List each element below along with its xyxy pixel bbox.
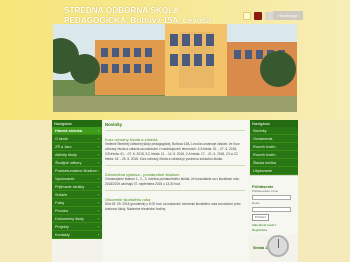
chevron-right-icon: › [97, 128, 99, 133]
password-input[interactable] [252, 207, 291, 212]
chevron-right-icon: › [97, 184, 99, 189]
nav-item-label: Kontakty [55, 232, 70, 237]
right-nav-item[interactable]: Rozvrh hodín [250, 151, 298, 159]
right-navigation-heading: Navigácia [250, 120, 298, 127]
nav-item-label: O škole [55, 136, 68, 141]
chevron-right-icon: › [97, 200, 99, 205]
divider [105, 130, 245, 131]
nav-item-documents[interactable]: Dokumenty školy › [52, 215, 102, 223]
news-item-text: Oznamujeme žiakom 1., 2., 3. ročníka pom… [105, 177, 240, 186]
right-nav-label: Žiacka knižka [253, 160, 277, 165]
news-item-text: Dňa 03. 09. 2018 (pondelok) o 8.00 hod. … [105, 202, 241, 211]
chevron-right-icon: › [97, 168, 99, 173]
login-button[interactable]: Prihlásiť [252, 214, 269, 221]
nav-item-label: Postsekundárne štúdium [55, 168, 97, 173]
username-label: Prihlasovacie meno [252, 189, 279, 193]
right-nav-item[interactable]: Rozvrh hodín [250, 143, 298, 151]
right-nav-item[interactable]: Žiacka knižka [250, 159, 298, 167]
nav-item-activities[interactable]: Aktivity školy › [52, 151, 102, 159]
news-content: Novinky Kurz ochrany života a zdravia Ve… [103, 120, 249, 262]
title-line-1: STREDNÁ ODBORNÁ ŠKOLA [64, 6, 180, 15]
nav-item-label: Fotky [55, 200, 65, 205]
nav-item-label: Súťaže [55, 192, 68, 197]
login-box: Prihlásenie Prihlasovacie meno Heslo Pri… [250, 175, 298, 235]
nav-item-offer[interactable]: Ponuka › [52, 207, 102, 215]
chevron-right-icon: › [97, 136, 99, 141]
right-nav-label: Ubytovanie [253, 168, 272, 173]
nav-item-label: Vyučovanie [55, 176, 75, 181]
nav-item-label: Hlavná stránka [55, 128, 83, 133]
right-nav-item[interactable]: Ubytovanie [250, 167, 298, 175]
chevron-right-icon: › [97, 144, 99, 149]
square-icon[interactable] [243, 12, 251, 20]
nav-item-teaching[interactable]: Vyučovanie › [52, 175, 102, 183]
nav-item-admissions[interactable]: Prijímacie skúšky › [52, 183, 102, 191]
news-heading: Novinky [105, 122, 123, 127]
right-nav-item[interactable]: Novinky [250, 127, 298, 135]
left-navigation-heading: Navigácia [52, 120, 102, 127]
homepage-link[interactable]: Homepage [273, 11, 303, 20]
chevron-right-icon: › [97, 152, 99, 157]
nav-item-study-fields[interactable]: Študijné odbory › [52, 159, 102, 167]
nav-item-contacts[interactable]: Kontakty › [52, 231, 102, 239]
username-input[interactable] [252, 195, 291, 200]
nav-item-label: Študijné odbory [55, 160, 82, 165]
left-navigation: Navigácia Hlavná stránka › O škole › ZŠ a … [52, 120, 102, 262]
nav-item-competitions[interactable]: Súťaže › [52, 191, 102, 199]
divider [105, 165, 245, 166]
nav-item-label: Aktivity školy [55, 152, 77, 157]
chevron-right-icon: › [97, 224, 99, 229]
chevron-right-icon: › [97, 176, 99, 181]
chevron-right-icon: › [97, 192, 99, 197]
clock-icon [267, 235, 289, 257]
right-nav-label: Novinky [253, 128, 267, 133]
nav-item-zs[interactable]: ZŠ a Jaro › [52, 143, 102, 151]
school-title: STREDNÁ ODBORNÁ ŠKOLA PEDAGOGICKÁ, Botto… [64, 6, 254, 26]
chevron-right-icon: › [97, 208, 99, 213]
home-icon[interactable] [254, 12, 262, 20]
nav-item-label: Ponuka [55, 208, 68, 213]
print-icon[interactable] [265, 12, 273, 20]
password-label: Heslo [252, 201, 260, 205]
nav-item-photos[interactable]: Fotky › [52, 199, 102, 207]
nav-item-label: ZŠ a Jaro [55, 144, 72, 149]
nav-item-label: Dokumenty školy [55, 216, 84, 221]
chevron-right-icon: › [97, 216, 99, 221]
right-nav-label: Oznámenia [253, 136, 273, 141]
chevron-right-icon: › [97, 232, 99, 237]
nav-item-label: Projekty [55, 224, 69, 229]
nav-item-projects[interactable]: Projekty › [52, 223, 102, 231]
nav-item-label: Prijímacie skúšky [55, 184, 85, 189]
divider [105, 190, 245, 191]
nav-item-postsecondary[interactable]: Postsekundárne štúdium › [52, 167, 102, 175]
news-item-text: Vedenie Strednej odbornej školy pedagogi… [105, 142, 240, 161]
chevron-right-icon: › [97, 160, 99, 165]
registration-link[interactable]: Registrácia [252, 228, 296, 233]
nav-item-about[interactable]: O škole › [52, 135, 102, 143]
page-header: STREDNÁ ODBORNÁ ŠKOLA PEDAGOGICKÁ, Botto… [0, 0, 350, 120]
right-nav-label: Rozvrh hodín [253, 144, 276, 149]
nav-item-main[interactable]: Hlavná stránka › [52, 127, 102, 135]
school-building-photo [53, 24, 297, 112]
right-nav-item[interactable]: Oznámenia [250, 135, 298, 143]
right-nav-label: Rozvrh hodín [253, 152, 276, 157]
